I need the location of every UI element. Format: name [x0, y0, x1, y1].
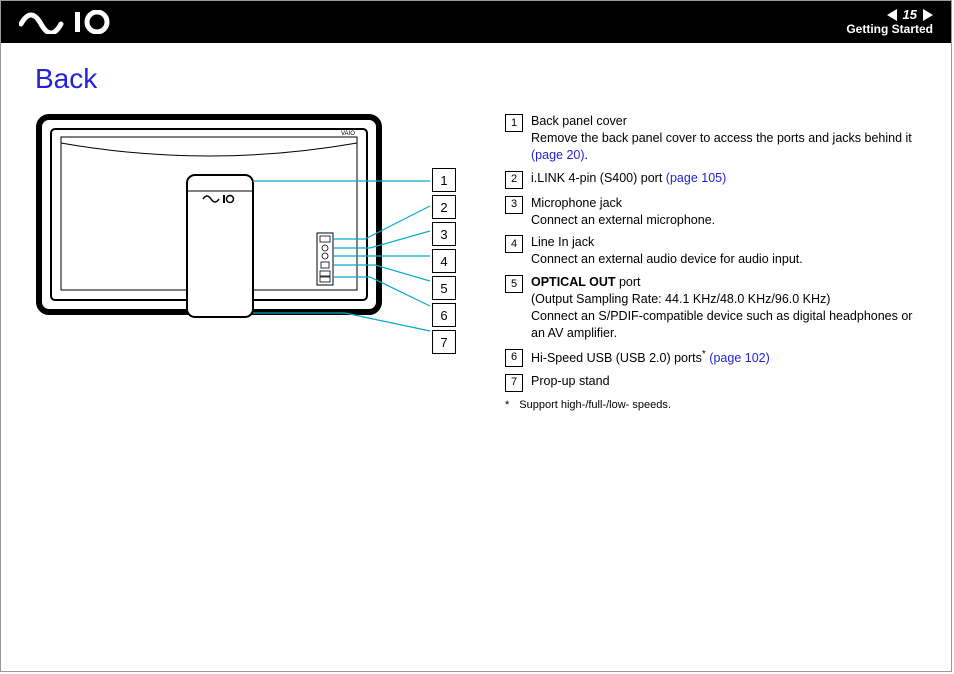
desc-item-5: 5 OPTICAL OUT port (Output Sampling Rate…	[505, 274, 923, 342]
desc-item-1: 1 Back panel cover Remove the back panel…	[505, 113, 923, 164]
desc-body: OPTICAL OUT port (Output Sampling Rate: …	[531, 274, 923, 342]
footnote: * Support high-/full-/low- speeds.	[505, 398, 923, 413]
desc-item-7: 7 Prop-up stand	[505, 373, 923, 392]
desc-text: Hi-Speed USB (USB 2.0) ports	[531, 351, 702, 365]
callout-7: 7	[432, 330, 456, 354]
desc-body: Hi-Speed USB (USB 2.0) ports* (page 102)	[531, 348, 923, 367]
callout-3: 3	[432, 222, 456, 246]
page-title: Back	[35, 63, 923, 95]
desc-num: 5	[505, 275, 523, 293]
callout-6: 6	[432, 303, 456, 327]
desc-text: Remove the back panel cover to access th…	[531, 131, 912, 145]
desc-text: Prop-up stand	[531, 374, 610, 388]
desc-text: Connect an S/PDIF-compatible device such…	[531, 309, 912, 340]
page-link[interactable]: (page 105)	[666, 171, 726, 185]
page: 15 Getting Started Back VAIO	[0, 0, 952, 672]
desc-text: (Output Sampling Rate: 44.1 KHz/48.0 KHz…	[531, 292, 830, 306]
footnote-text: Support high-/full-/low- speeds.	[519, 398, 671, 413]
desc-body: Line In jack Connect an external audio d…	[531, 234, 923, 268]
callout-5: 5	[432, 276, 456, 300]
desc-item-6: 6 Hi-Speed USB (USB 2.0) ports* (page 10…	[505, 348, 923, 367]
desc-text: port	[616, 275, 641, 289]
footnote-star: *	[505, 398, 509, 413]
desc-num: 6	[505, 349, 523, 367]
page-link[interactable]: (page 102)	[709, 351, 769, 365]
callout-2: 2	[432, 195, 456, 219]
desc-num: 1	[505, 114, 523, 132]
desc-bold: OPTICAL OUT	[531, 275, 616, 289]
desc-item-2: 2 i.LINK 4-pin (S400) port (page 105)	[505, 170, 923, 189]
section-label: Getting Started	[846, 23, 933, 37]
desc-body: i.LINK 4-pin (S400) port (page 105)	[531, 170, 923, 189]
desc-item-4: 4 Line In jack Connect an external audio…	[505, 234, 923, 268]
desc-text: .	[585, 148, 588, 162]
desc-num: 2	[505, 171, 523, 189]
page-number: 15	[903, 8, 917, 23]
two-column: VAIO	[35, 113, 923, 413]
desc-num: 7	[505, 374, 523, 392]
svg-text:VAIO: VAIO	[341, 131, 355, 137]
desc-text: Line In jack	[531, 235, 594, 249]
desc-body: Prop-up stand	[531, 373, 923, 392]
prev-page-arrow-icon[interactable]	[887, 9, 897, 21]
diagram: VAIO	[35, 113, 485, 413]
desc-num: 3	[505, 196, 523, 214]
desc-body: Microphone jack Connect an external micr…	[531, 195, 923, 229]
content: Back VAIO	[1, 43, 951, 671]
page-link[interactable]: (page 20)	[531, 148, 585, 162]
desc-item-3: 3 Microphone jack Connect an external mi…	[505, 195, 923, 229]
callout-4: 4	[432, 249, 456, 273]
vaio-logo	[19, 10, 139, 34]
page-nav: 15	[887, 8, 933, 23]
callouts-column: 1 2 3 4 5 6 7	[432, 168, 456, 354]
desc-num: 4	[505, 235, 523, 253]
callout-1: 1	[432, 168, 456, 192]
desc-text: i.LINK 4-pin (S400) port	[531, 171, 666, 185]
header-right: 15 Getting Started	[846, 8, 933, 37]
desc-text: Microphone jack	[531, 196, 622, 210]
desc-text: Back panel cover	[531, 114, 627, 128]
desc-body: Back panel cover Remove the back panel c…	[531, 113, 923, 164]
descriptions: 1 Back panel cover Remove the back panel…	[505, 113, 923, 413]
next-page-arrow-icon[interactable]	[923, 9, 933, 21]
desc-text: Connect an external microphone.	[531, 213, 715, 227]
desc-text: Connect an external audio device for aud…	[531, 252, 803, 266]
header-bar: 15 Getting Started	[1, 1, 951, 43]
